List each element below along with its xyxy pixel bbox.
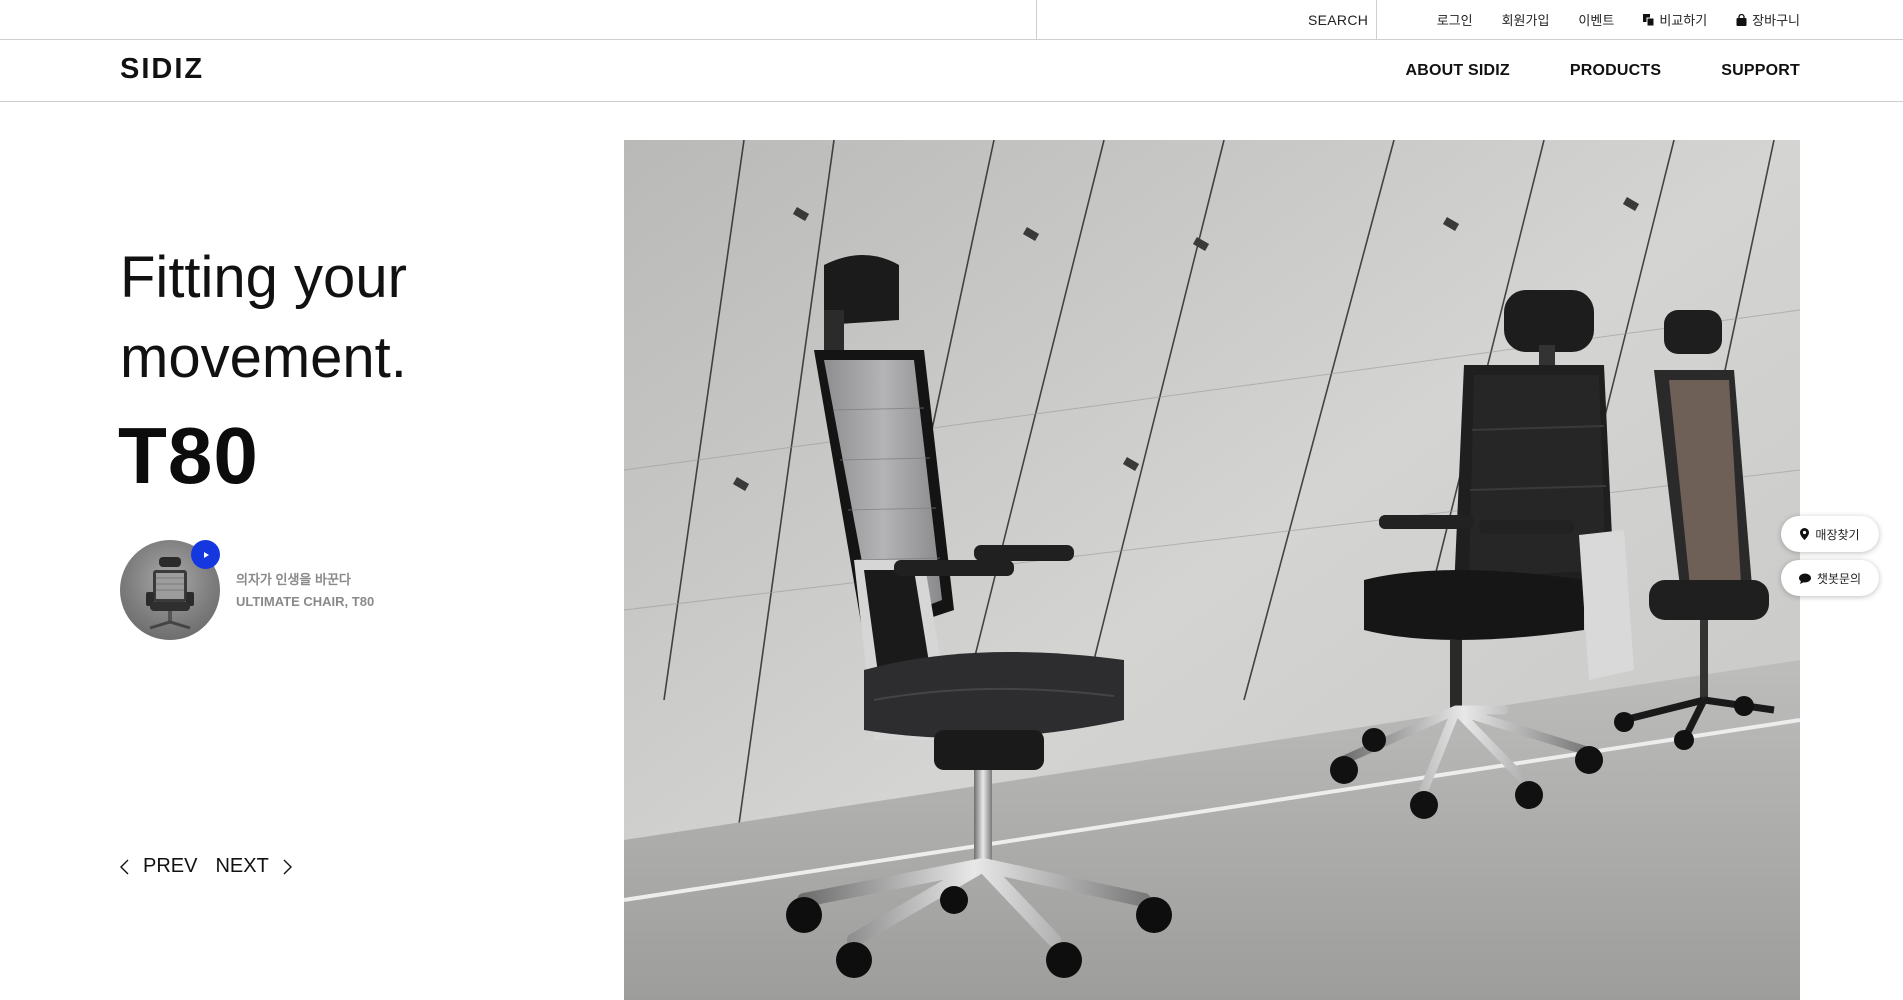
hero-headline: Fitting your movement.: [120, 238, 540, 398]
utility-divider: [1376, 0, 1377, 40]
video-caption: 의자가 인생을 바꾼다 ULTIMATE CHAIR, T80: [236, 569, 374, 613]
utility-divider: [1036, 0, 1037, 40]
prev-label: PREV: [143, 855, 198, 877]
logo[interactable]: SIDIZ: [120, 53, 204, 86]
compare-icon: [1643, 13, 1655, 26]
next-button[interactable]: NEXT: [215, 855, 292, 878]
main-nav: SIDIZ ABOUT SIDIZ PRODUCTS SUPPORT: [0, 40, 1903, 102]
model-name: T80: [118, 411, 259, 500]
login-link[interactable]: 로그인: [1437, 10, 1473, 29]
signup-label: 회원가입: [1501, 13, 1550, 28]
chatbot-button[interactable]: 챗봇문의: [1781, 560, 1879, 596]
event-label: 이벤트: [1578, 13, 1615, 28]
chevron-right-icon: [283, 859, 292, 874]
slide-controls: PREV NEXT: [120, 855, 292, 878]
hero-image: [624, 140, 1800, 1000]
play-icon: [203, 551, 209, 558]
event-link[interactable]: 이벤트: [1578, 10, 1614, 29]
hero-headline-line1: Fitting your: [120, 245, 407, 310]
nav-about-sidiz[interactable]: ABOUT SIDIZ: [1405, 62, 1509, 80]
prev-button[interactable]: PREV: [120, 855, 197, 878]
store-finder-button[interactable]: 매장찾기: [1781, 516, 1879, 552]
video-caption-english: ULTIMATE CHAIR, T80: [236, 594, 375, 609]
nav-support[interactable]: SUPPORT: [1721, 62, 1800, 80]
chat-bubble-icon: [1798, 573, 1811, 584]
chatbot-label: 챗봇문의: [1816, 571, 1862, 586]
compare-label: 비교하기: [1659, 13, 1708, 28]
hero-headline-line2: movement.: [120, 325, 407, 390]
utility-bar: SEARCH 로그인 회원가입 이벤트 비교하기 장바구니: [0, 0, 1903, 40]
utility-links: 로그인 회원가입 이벤트 비교하기 장바구니: [1437, 10, 1800, 29]
signup-link[interactable]: 회원가입: [1502, 10, 1550, 29]
primary-nav: ABOUT SIDIZ PRODUCTS SUPPORT: [1405, 62, 1800, 80]
store-finder-label: 매장찾기: [1815, 527, 1860, 542]
map-pin-icon: [1800, 528, 1810, 540]
video-caption-korean: 의자가 인생을 바꾼다: [236, 572, 351, 587]
cart-link[interactable]: 장바구니: [1736, 10, 1800, 29]
next-label: NEXT: [215, 855, 269, 877]
play-button[interactable]: [191, 540, 220, 569]
chevron-left-icon: [120, 859, 129, 874]
login-label: 로그인: [1436, 13, 1473, 28]
nav-products[interactable]: PRODUCTS: [1570, 62, 1661, 80]
search-link[interactable]: SEARCH: [1308, 12, 1368, 28]
compare-link[interactable]: 비교하기: [1643, 10, 1707, 29]
office-chairs-photo: [624, 140, 1800, 1000]
shopping-bag-icon: [1736, 13, 1747, 26]
cart-label: 장바구니: [1752, 13, 1800, 28]
